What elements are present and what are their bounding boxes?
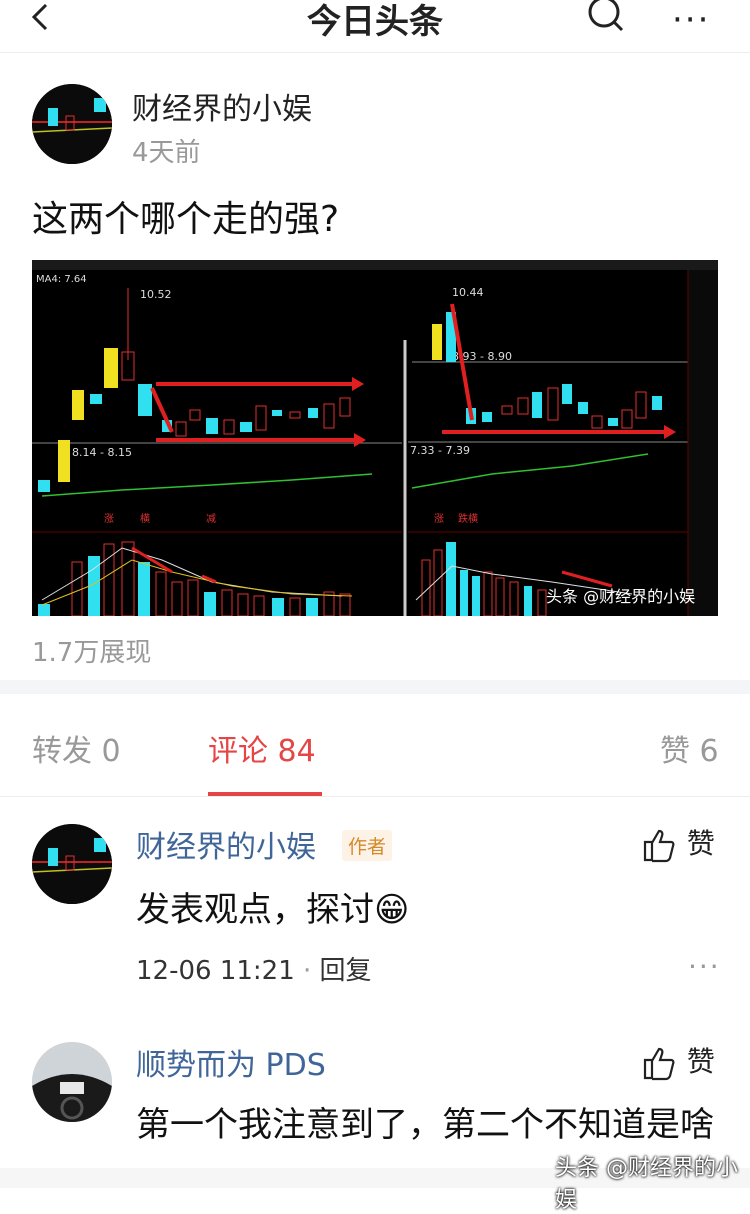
right-tag-1: 涨	[434, 513, 444, 525]
section-gap	[0, 680, 750, 694]
reply-link[interactable]: 回复	[320, 956, 372, 986]
post-text: 这两个哪个走的强?	[32, 199, 340, 240]
search-icon[interactable]	[584, 0, 628, 34]
view-count: 1.7万展现	[32, 638, 152, 668]
comment-text: 第一个我注意到了，第二个不知道是啥	[136, 1105, 714, 1145]
comment-like-button[interactable]: 赞	[642, 822, 715, 863]
right-high-label: 10.44	[452, 286, 484, 299]
author-name[interactable]: 财经界的小娱	[132, 84, 312, 128]
watermark: 头条 @财经界的小娱	[555, 1156, 738, 1213]
stock-chart-image[interactable]: MA4: 7.64 10.52 8.14 - 8.15 涨 横 减 10.44 …	[32, 260, 718, 617]
right-range2-label: 7.33 - 7.39	[410, 444, 470, 457]
post-time: 4天前	[132, 138, 201, 168]
tab-repost[interactable]: 转发 0	[32, 726, 121, 770]
more-icon[interactable]: ···	[672, 0, 710, 40]
author-avatar[interactable]	[32, 84, 112, 164]
tab-likes[interactable]: 赞 6	[660, 726, 719, 770]
comment-more-icon[interactable]: ···	[688, 950, 721, 983]
app-title: 今日头条	[307, 2, 443, 42]
left-tag-1: 涨	[104, 513, 114, 525]
comment-author-name[interactable]: 顺势而为 PDS	[136, 1040, 326, 1084]
comment-author-name[interactable]: 财经界的小娱	[136, 822, 316, 866]
tab-comments[interactable]: 评论 84	[208, 726, 316, 770]
comment-like-button[interactable]: 赞	[642, 1040, 715, 1081]
comment-avatar[interactable]	[32, 824, 112, 904]
right-tag-2: 跌横	[458, 512, 478, 525]
comment-text: 发表观点，探讨😁	[136, 890, 410, 930]
left-range-label: 8.14 - 8.15	[72, 446, 132, 459]
comment-time: 12-06 11:21	[136, 956, 295, 986]
left-ma-label: MA4: 7.64	[36, 274, 87, 285]
comment-meta: 12-06 11:21 · 回复	[136, 956, 372, 986]
comment-avatar[interactable]	[32, 1042, 112, 1122]
like-label: 赞	[686, 827, 715, 860]
thumbs-up-icon	[643, 829, 675, 863]
thumbs-up-icon	[643, 1047, 675, 1081]
author-tag: 作者	[342, 830, 393, 861]
left-tag-2: 横	[140, 512, 150, 525]
top-bar: 今日头条 ···	[0, 0, 750, 53]
tabs-divider	[0, 796, 750, 797]
chart-watermark: 头条 @财经界的小娱	[546, 587, 695, 606]
left-tag-3: 减	[206, 513, 216, 525]
left-high-label: 10.52	[140, 288, 172, 301]
like-label: 赞	[686, 1045, 715, 1078]
